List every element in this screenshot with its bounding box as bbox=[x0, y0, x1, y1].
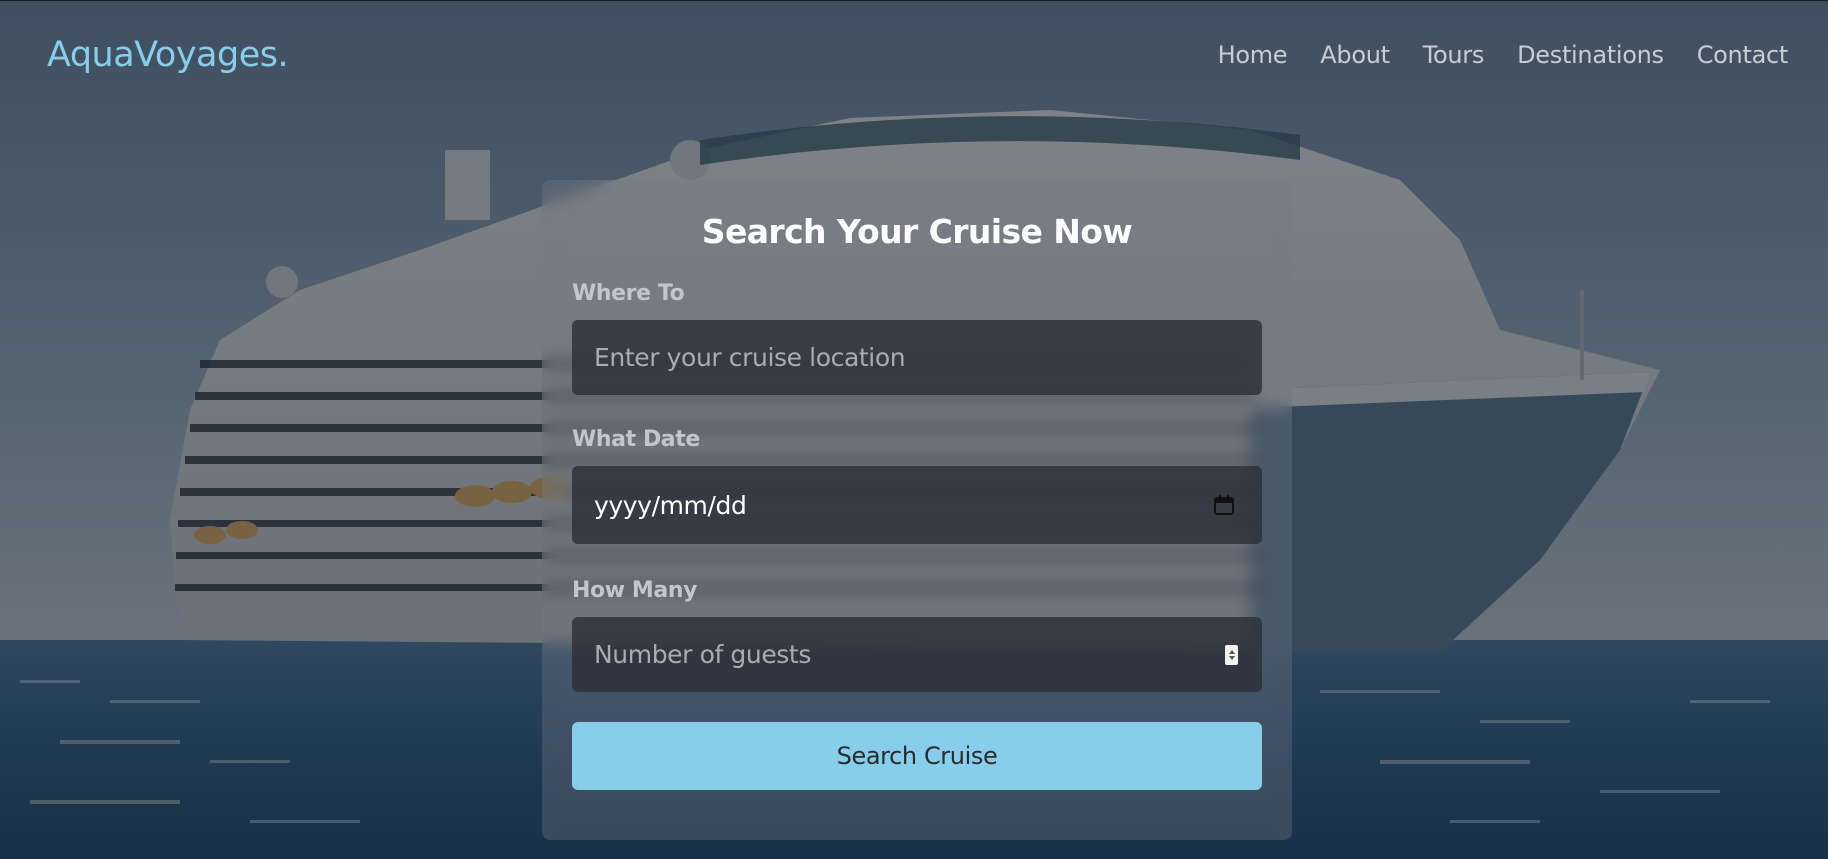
cruise-search-card: Search Your Cruise Now Where To Enter yo… bbox=[542, 180, 1292, 840]
nav-link-contact[interactable]: Contact bbox=[1697, 41, 1789, 69]
nav-link-home[interactable]: Home bbox=[1218, 41, 1288, 69]
cruise-location-placeholder: Enter your cruise location bbox=[594, 343, 906, 372]
nav-link-destinations[interactable]: Destinations bbox=[1517, 41, 1664, 69]
nav-link-about[interactable]: About bbox=[1320, 41, 1390, 69]
what-date-label: What Date bbox=[572, 427, 700, 452]
main-nav: Home About Tours Destinations Contact bbox=[1218, 41, 1789, 69]
search-card-title: Search Your Cruise Now bbox=[701, 212, 1133, 251]
cruise-date-input[interactable]: yyyy/mm/dd bbox=[572, 466, 1262, 544]
top-navigation-bar: AquaVoyages. Home About Tours Destinatio… bbox=[0, 0, 1828, 108]
calendar-icon[interactable] bbox=[1212, 493, 1236, 517]
cruise-location-input[interactable]: Enter your cruise location bbox=[572, 320, 1262, 395]
cruise-date-value: yyyy/mm/dd bbox=[594, 490, 747, 520]
search-cruise-button-label: Search Cruise bbox=[836, 742, 998, 770]
guest-count-placeholder: Number of guests bbox=[594, 640, 811, 669]
guest-count-input[interactable]: Number of guests bbox=[572, 617, 1262, 692]
brand-logo[interactable]: AquaVoyages. bbox=[47, 35, 289, 75]
nav-link-tours[interactable]: Tours bbox=[1423, 41, 1485, 69]
where-to-label: Where To bbox=[572, 281, 685, 306]
spinner-icon[interactable] bbox=[1225, 644, 1238, 665]
search-cruise-button[interactable]: Search Cruise bbox=[572, 722, 1262, 790]
how-many-label: How Many bbox=[572, 578, 698, 603]
